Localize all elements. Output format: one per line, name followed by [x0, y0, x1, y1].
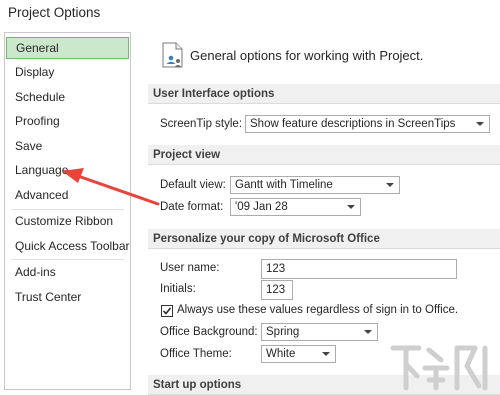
- date-format-value: '09 Jan 28: [235, 201, 288, 213]
- default-view-label: Default view:: [160, 179, 226, 191]
- chevron-down-icon: [476, 122, 484, 126]
- initials-label: Initials:: [160, 283, 196, 295]
- watermark-logo: [390, 345, 488, 391]
- default-view-value: Gantt with Timeline: [235, 179, 333, 191]
- office-theme-value: White: [266, 348, 296, 360]
- user-name-label: User name:: [160, 262, 220, 274]
- section-project-view: Project view: [148, 145, 500, 165]
- screentip-style-label: ScreenTip style:: [160, 118, 243, 130]
- always-use-checkbox[interactable]: [161, 305, 173, 317]
- section-user-interface: User Interface options: [148, 84, 500, 104]
- nav-item-save[interactable]: Save: [5, 135, 130, 157]
- date-format-dropdown[interactable]: '09 Jan 28: [230, 198, 361, 216]
- office-background-label: Office Background:: [160, 326, 258, 338]
- chevron-down-icon: [322, 352, 330, 356]
- options-nav: General Display Schedule Proofing Save L…: [4, 32, 131, 390]
- nav-item-customize-ribbon[interactable]: Customize Ribbon: [5, 210, 130, 232]
- nav-item-trust-center[interactable]: Trust Center: [5, 286, 130, 308]
- nav-item-general[interactable]: General: [6, 37, 129, 59]
- nav-item-add-ins[interactable]: Add-ins: [5, 261, 130, 283]
- initials-field[interactable]: 123: [261, 280, 293, 300]
- nav-item-proofing[interactable]: Proofing: [5, 110, 130, 132]
- chevron-down-icon: [364, 330, 372, 334]
- nav-item-advanced[interactable]: Advanced: [5, 184, 130, 206]
- nav-divider: [11, 259, 124, 260]
- general-options-icon: [162, 42, 183, 68]
- screentip-style-value: Show feature descriptions in ScreenTips: [250, 118, 456, 130]
- window-title: Project Options: [8, 5, 101, 20]
- nav-item-display[interactable]: Display: [5, 61, 130, 83]
- date-format-label: Date format:: [160, 201, 224, 213]
- office-background-value: Spring: [266, 326, 300, 338]
- general-options-heading: General options for working with Project…: [190, 48, 424, 63]
- nav-item-language[interactable]: Language: [5, 159, 130, 181]
- always-use-label: Always use these values regardless of si…: [177, 304, 459, 316]
- section-personalize: Personalize your copy of Microsoft Offic…: [148, 229, 500, 249]
- screentip-style-dropdown[interactable]: Show feature descriptions in ScreenTips: [245, 115, 490, 133]
- user-name-field[interactable]: 123: [261, 259, 457, 279]
- office-theme-label: Office Theme:: [160, 348, 232, 360]
- office-background-dropdown[interactable]: Spring: [261, 323, 378, 341]
- nav-item-quick-access-toolbar[interactable]: Quick Access Toolbar: [5, 235, 130, 257]
- nav-item-schedule[interactable]: Schedule: [5, 86, 130, 108]
- checkmark-icon: [162, 307, 172, 315]
- chevron-down-icon: [386, 183, 394, 187]
- chevron-down-icon: [347, 205, 355, 209]
- office-theme-dropdown[interactable]: White: [261, 345, 336, 363]
- default-view-dropdown[interactable]: Gantt with Timeline: [230, 176, 400, 194]
